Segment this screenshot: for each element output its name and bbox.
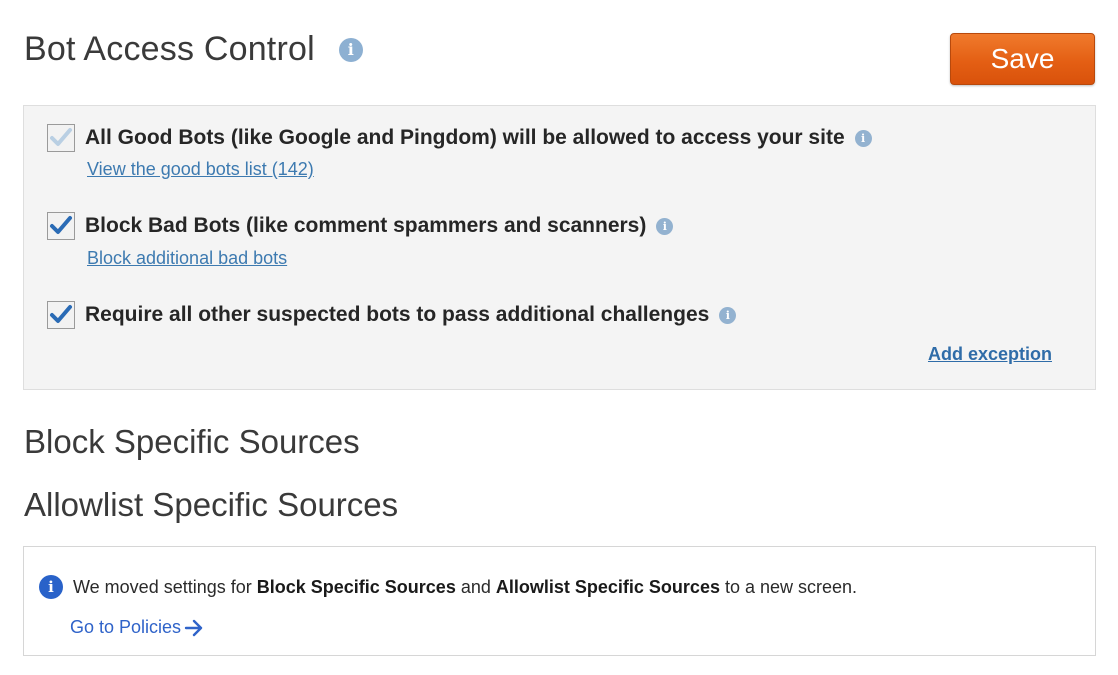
go-to-policies-label: Go to Policies	[70, 617, 182, 637]
suspected-bots-checkbox[interactable]	[47, 301, 75, 329]
notice-message: i We moved settings for Block Specific S…	[39, 575, 857, 599]
notice-bold-allowlist: Allowlist Specific Sources	[495, 576, 720, 597]
allowlist-specific-sources-heading: Allowlist Specific Sources	[24, 486, 399, 523]
good-bots-option: All Good Bots (like Google and Pingdom) …	[47, 124, 872, 152]
checkmark-icon	[50, 128, 72, 146]
info-icon[interactable]: i	[656, 217, 674, 235]
notice-text-part: We moved settings for	[73, 576, 257, 597]
add-exception-link[interactable]: Add exception	[928, 344, 1052, 365]
moved-settings-notice: i We moved settings for Block Specific S…	[23, 546, 1096, 656]
notice-text-part: and	[455, 576, 496, 597]
info-icon: i	[39, 575, 63, 599]
title-row: Bot Access Control i	[24, 30, 363, 69]
good-bots-checkbox[interactable]	[47, 124, 75, 152]
info-icon[interactable]: i	[719, 306, 737, 324]
notice-bold-block: Block Specific Sources	[256, 576, 456, 597]
checkmark-icon	[50, 216, 72, 234]
bad-bots-option: Block Bad Bots (like comment spammers an…	[47, 212, 674, 240]
go-to-policies-link[interactable]: Go to Policies	[70, 617, 204, 638]
page-title: Bot Access Control	[24, 30, 315, 68]
bot-access-control-page: Bot Access Control i Save All Good Bots …	[0, 0, 1118, 675]
block-additional-bad-bots-link[interactable]: Block additional bad bots	[87, 248, 287, 269]
checkmark-icon	[50, 305, 72, 323]
notice-text: We moved settings for Block Specific Sou…	[73, 577, 857, 598]
info-icon[interactable]: i	[854, 129, 872, 147]
suspected-bots-label: Require all other suspected bots to pass…	[85, 303, 710, 326]
notice-text-part: to a new screen.	[719, 576, 858, 597]
save-button[interactable]: Save	[950, 33, 1095, 85]
arrow-right-icon	[184, 619, 203, 636]
bad-bots-checkbox[interactable]	[47, 212, 75, 240]
suspected-bots-option: Require all other suspected bots to pass…	[47, 301, 737, 329]
good-bots-label: All Good Bots (like Google and Pingdom) …	[85, 126, 845, 149]
block-specific-sources-heading: Block Specific Sources	[24, 423, 360, 460]
info-icon[interactable]: i	[338, 37, 363, 62]
bad-bots-label: Block Bad Bots (like comment spammers an…	[85, 214, 647, 237]
view-good-bots-link[interactable]: View the good bots list (142)	[87, 159, 314, 180]
bot-options-panel: All Good Bots (like Google and Pingdom) …	[23, 105, 1096, 390]
